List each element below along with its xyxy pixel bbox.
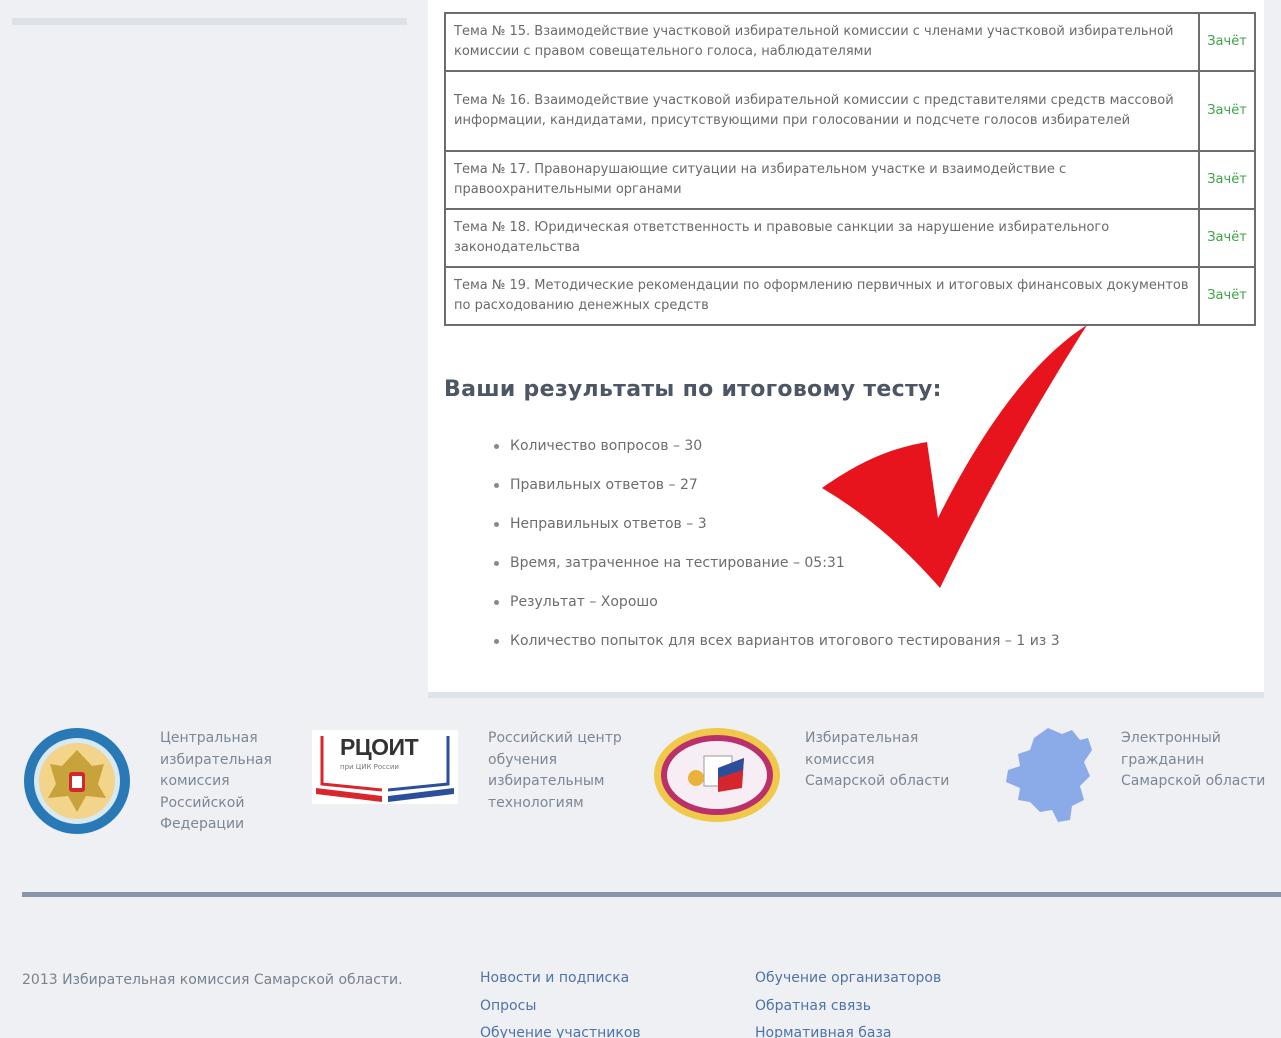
footer-divider [22, 892, 1281, 897]
topic-title: Тема № 15. Взаимодействие участковой изб… [444, 12, 1200, 72]
samara-region-map-icon[interactable] [1000, 726, 1098, 824]
table-row: Тема № 15. Взаимодействие участковой изб… [444, 12, 1256, 72]
rcoit-text[interactable]: Российский центр обучения избирательным … [488, 728, 622, 814]
rcoit-logo-title: РЦОИТ [340, 734, 419, 760]
samara-commission-emblem-logo[interactable] [652, 726, 782, 824]
topics-table: Тема № 15. Взаимодействие участковой изб… [444, 12, 1256, 326]
footer-link-regulations[interactable]: Нормативная база [755, 1020, 941, 1038]
citizen-text[interactable]: Электронный гражданин Самарской области [1121, 728, 1265, 793]
footer-links-col1: Новости и подписка Опросы Обучение участ… [480, 965, 641, 1038]
table-row: Тема № 19. Методические рекомендации по … [444, 266, 1256, 326]
copyright-text: 2013 Избирательная комиссия Самарской об… [22, 972, 403, 988]
samara-commission-text[interactable]: Избирательная комиссия Самарской области [805, 728, 949, 793]
topic-title: Тема № 19. Методические рекомендации по … [444, 266, 1200, 326]
footer-links-col2: Обучение организаторов Обратная связь Но… [755, 965, 941, 1038]
topic-status: Зачёт [1198, 266, 1256, 326]
topic-status: Зачёт [1198, 12, 1256, 72]
table-row: Тема № 17. Правонарушающие ситуации на и… [444, 150, 1256, 210]
footer-link-news[interactable]: Новости и подписка [480, 965, 641, 993]
footer-link-polls[interactable]: Опросы [480, 993, 641, 1021]
topic-status: Зачёт [1198, 70, 1256, 152]
footer-link-organizer-training[interactable]: Обучение организаторов [755, 965, 941, 993]
checkmark-icon [822, 325, 1087, 588]
footer-link-participant-training[interactable]: Обучение участников [480, 1020, 641, 1038]
result-attempts: Количество попыток для всех вариантов ит… [492, 627, 1060, 666]
rcoit-logo-subtitle: при ЦИК России [340, 763, 399, 771]
rcoit-logo[interactable]: РЦОИТ при ЦИК России [312, 730, 458, 804]
table-row: Тема № 16. Взаимодействие участковой изб… [444, 70, 1256, 152]
topic-status: Зачёт [1198, 208, 1256, 268]
topic-status: Зачёт [1198, 150, 1256, 210]
sidebar-strip [12, 18, 407, 25]
topic-title: Тема № 17. Правонарушающие ситуации на и… [444, 150, 1200, 210]
topic-title: Тема № 18. Юридическая ответственность и… [444, 208, 1200, 268]
partners-bar: Центральная избирательная комиссия Росси… [0, 718, 1281, 838]
topic-title: Тема № 16. Взаимодействие участковой изб… [444, 70, 1200, 152]
cik-emblem-logo[interactable] [22, 726, 132, 836]
table-row: Тема № 18. Юридическая ответственность и… [444, 208, 1256, 268]
cik-text[interactable]: Центральная избирательная комиссия Росси… [160, 728, 272, 836]
footer-link-feedback[interactable]: Обратная связь [755, 993, 941, 1021]
